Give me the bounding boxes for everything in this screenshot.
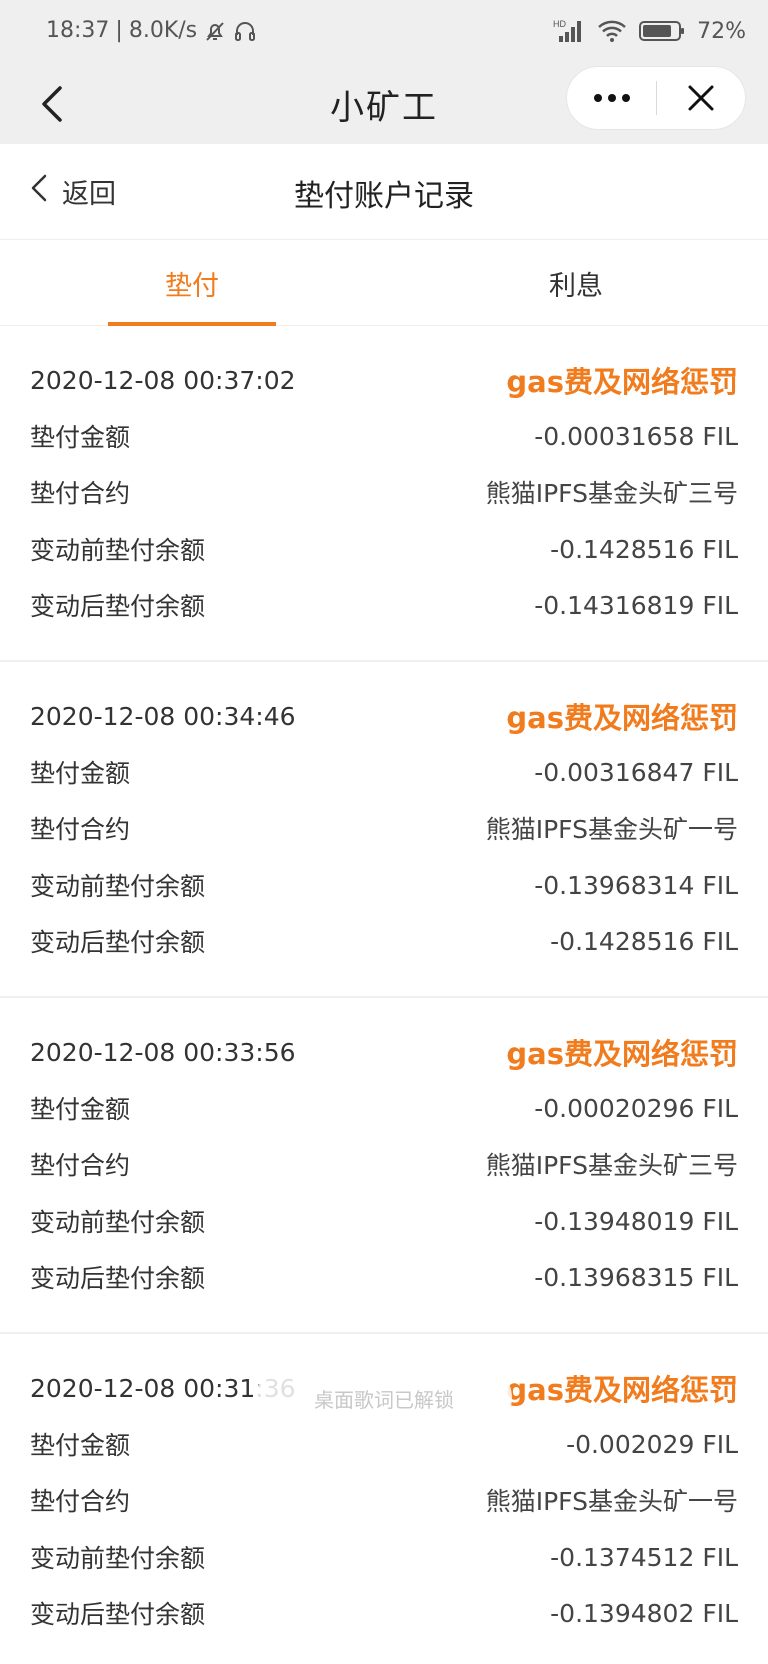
battery-level: 72% <box>697 18 746 44</box>
status-left: 18:37 | 8.0K/s <box>46 18 257 43</box>
page-header: 返回 垫付账户记录 <box>0 144 768 240</box>
record-type: gas费及网络惩罚 <box>506 1037 738 1071</box>
before-balance-label: 变动前垫付余额 <box>30 872 206 901</box>
contract-label: 垫付合约 <box>30 815 131 844</box>
tab-advance[interactable]: 垫付 <box>0 240 384 326</box>
before-balance-value: -0.13968314 FIL <box>534 870 738 900</box>
before-balance-label: 变动前垫付余额 <box>30 1208 206 1237</box>
after-balance-label: 变动后垫付余额 <box>30 1600 206 1629</box>
before-balance-row: 变动前垫付余额 -0.13968314 FIL <box>30 865 738 905</box>
contract-label: 垫付合约 <box>30 479 131 508</box>
amount-value: -0.00020296 FIL <box>534 1093 738 1123</box>
record-type: gas费及网络惩罚 <box>506 1373 738 1407</box>
after-balance-row: 变动后垫付余额 -0.1394802 FIL <box>30 1593 738 1633</box>
page-title: 垫付账户记录 <box>294 179 474 214</box>
status-bar: 18:37 | 8.0K/s HD 72% <box>0 0 768 66</box>
network-label: HD <box>553 19 566 29</box>
close-icon[interactable] <box>657 66 745 130</box>
headphones-icon <box>233 19 257 43</box>
record-type: gas费及网络惩罚 <box>506 365 738 399</box>
amount-label: 垫付金额 <box>30 1431 131 1460</box>
before-balance-value: -0.13948019 FIL <box>534 1206 738 1236</box>
tab-interest[interactable]: 利息 <box>384 240 768 326</box>
contract-row: 垫付合约 熊猫IPFS基金头矿三号 <box>30 1144 738 1184</box>
contract-label: 垫付合约 <box>30 1487 131 1516</box>
amount-value: -0.002029 FIL <box>566 1429 738 1459</box>
after-balance-row: 变动后垫付余额 -0.13968315 FIL <box>30 1257 738 1297</box>
contract-value: 熊猫IPFS基金头矿一号 <box>485 815 738 844</box>
before-balance-value: -0.1428516 FIL <box>550 534 738 564</box>
capsule-menu <box>566 66 746 130</box>
amount-label: 垫付金额 <box>30 1095 131 1124</box>
before-balance-row: 变动前垫付余额 -0.1428516 FIL <box>30 529 738 569</box>
before-balance-label: 变动前垫付余额 <box>30 536 206 565</box>
record-item: 2020-12-08 00:33:56 gas费及网络惩罚 垫付金额 -0.00… <box>0 998 768 1334</box>
after-balance-label: 变动后垫付余额 <box>30 928 206 957</box>
amount-row: 垫付金额 -0.00031658 FIL <box>30 416 738 456</box>
after-balance-value: -0.1394802 FIL <box>550 1598 738 1628</box>
tab-label: 利息 <box>549 270 603 302</box>
record-item: 2020-12-08 00:34:46 gas费及网络惩罚 垫付金额 -0.00… <box>0 662 768 998</box>
after-balance-row: 变动后垫付余额 -0.1428516 FIL <box>30 921 738 961</box>
before-balance-row: 变动前垫付余额 -0.13948019 FIL <box>30 1201 738 1241</box>
record-item: 2020-12-08 00:37:02 gas费及网络惩罚 垫付金额 -0.00… <box>0 326 768 662</box>
before-balance-value: -0.1374512 FIL <box>550 1542 738 1572</box>
status-separator: | <box>115 18 123 43</box>
record-header: 2020-12-08 00:33:56 gas费及网络惩罚 <box>30 1032 738 1072</box>
battery-icon <box>639 19 685 43</box>
contract-value: 熊猫IPFS基金头矿一号 <box>485 1487 738 1516</box>
contract-row: 垫付合约 熊猫IPFS基金头矿一号 <box>30 808 738 848</box>
after-balance-label: 变动后垫付余额 <box>30 592 206 621</box>
bell-off-icon <box>203 19 227 43</box>
status-net-speed: 8.0K/s <box>128 18 198 43</box>
contract-row: 垫付合约 熊猫IPFS基金头矿三号 <box>30 472 738 512</box>
before-balance-row: 变动前垫付余额 -0.1374512 FIL <box>30 1537 738 1577</box>
after-balance-label: 变动后垫付余额 <box>30 1264 206 1293</box>
amount-value: -0.00031658 FIL <box>534 421 738 451</box>
amount-value: -0.00316847 FIL <box>534 757 738 787</box>
after-balance-value: -0.1428516 FIL <box>550 926 738 956</box>
nav-bar: 小矿工 <box>0 66 768 144</box>
more-icon[interactable] <box>567 66 656 130</box>
amount-row: 垫付金额 -0.00020296 FIL <box>30 1088 738 1128</box>
tab-label: 垫付 <box>165 270 219 302</box>
toast-message: 桌面歌词已解锁 <box>256 1362 512 1434</box>
contract-value: 熊猫IPFS基金头矿三号 <box>485 479 738 508</box>
record-header: 2020-12-08 00:37:02 gas费及网络惩罚 <box>30 360 738 400</box>
contract-value: 熊猫IPFS基金头矿三号 <box>485 1151 738 1180</box>
after-balance-value: -0.14316819 FIL <box>534 590 738 620</box>
amount-label: 垫付金额 <box>30 759 131 788</box>
status-right: HD 72% <box>553 18 746 44</box>
record-type: gas费及网络惩罚 <box>506 701 738 735</box>
before-balance-label: 变动前垫付余额 <box>30 1544 206 1573</box>
record-list: 2020-12-08 00:37:02 gas费及网络惩罚 垫付金额 -0.00… <box>0 326 768 1664</box>
contract-label: 垫付合约 <box>30 1151 131 1180</box>
after-balance-value: -0.13968315 FIL <box>534 1262 738 1292</box>
record-time: 2020-12-08 00:37:02 <box>30 365 296 395</box>
status-time: 18:37 <box>46 18 110 43</box>
record-time: 2020-12-08 00:33:56 <box>30 1037 296 1067</box>
record-time: 2020-12-08 00:34:46 <box>30 701 296 731</box>
signal-icon: HD <box>553 18 585 44</box>
tab-bar: 垫付 利息 <box>0 240 768 326</box>
record-header: 2020-12-08 00:34:46 gas费及网络惩罚 <box>30 696 738 736</box>
contract-row: 垫付合约 熊猫IPFS基金头矿一号 <box>30 1480 738 1520</box>
wifi-icon <box>597 19 627 43</box>
after-balance-row: 变动后垫付余额 -0.14316819 FIL <box>30 585 738 625</box>
amount-row: 垫付金额 -0.00316847 FIL <box>30 752 738 792</box>
amount-label: 垫付金额 <box>30 423 131 452</box>
